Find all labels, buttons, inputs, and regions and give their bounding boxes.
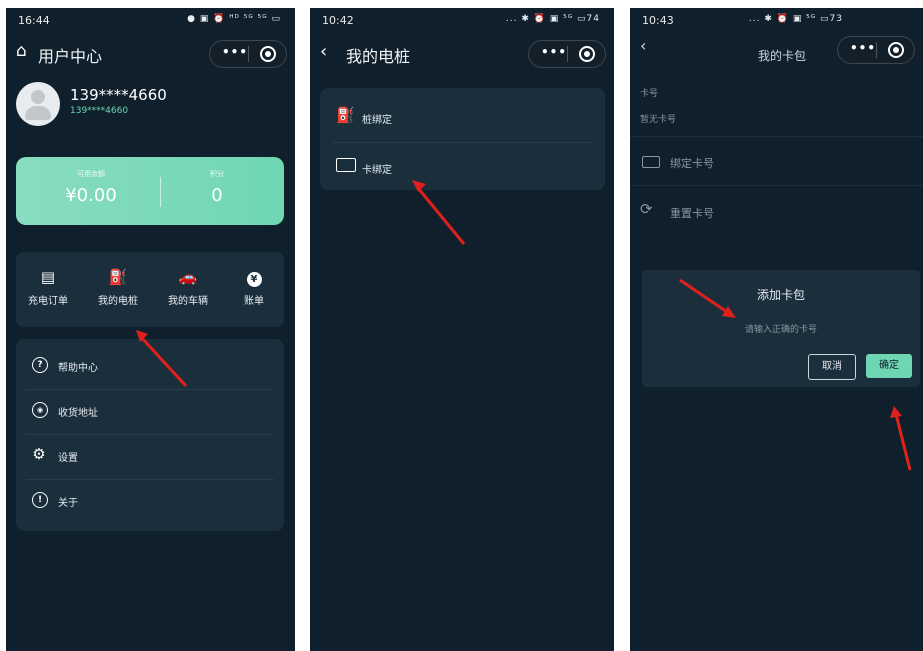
back-icon[interactable]: ‹ (320, 41, 327, 62)
menu-item-label: 绑定卡号 (670, 157, 714, 170)
cancel-button[interactable]: 取消 (808, 354, 856, 380)
status-time: 10:42 (322, 14, 354, 27)
menu-item-label: 卡绑定 (362, 165, 392, 176)
menu-item-pile-binding[interactable]: ⛽ 桩绑定 (332, 92, 593, 143)
balance-label: 可用余额 (77, 170, 105, 178)
balance-card: 可用余额 ¥0.00 积分 0 (16, 157, 284, 225)
points-value: 0 (211, 185, 223, 206)
my-pile-screen: 10:42 ... ✱ ⏰ ▣ ⁵ᴳ ▭74 ‹ 我的电桩 ••• ⛽ 桩绑定 … (310, 8, 614, 651)
menu-item-label: 桩绑定 (362, 115, 392, 126)
gear-icon: ⚙ (32, 445, 46, 463)
quick-item-label: 我的电桩 (98, 296, 138, 307)
menu-item-label: 帮助中心 (58, 363, 98, 374)
charger-icon: ⛽ (108, 268, 128, 286)
avatar[interactable] (16, 82, 60, 126)
confirm-button[interactable]: 确定 (866, 354, 912, 378)
card-icon (336, 158, 356, 172)
card-icon (642, 156, 660, 168)
yen-icon: ¥ (224, 268, 284, 288)
quick-item-label: 我的车辆 (168, 296, 208, 307)
charger-icon: ⛽ (336, 106, 355, 124)
status-icons: ● ▣ ⏰ ᴴᴰ ⁵ᴳ ⁵ᴳ ▭ (187, 14, 281, 24)
title-bar: ‹ 我的电桩 ••• (310, 34, 614, 72)
quick-item-my-pile[interactable]: ⛽ 我的电桩 (88, 268, 148, 307)
help-icon: ? (32, 357, 48, 373)
user-name: 139****4660 (70, 86, 167, 104)
close-target-icon[interactable] (579, 46, 595, 62)
home-icon[interactable]: ⌂ (16, 41, 27, 61)
mini-program-capsule[interactable]: ••• (209, 40, 287, 68)
status-time: 10:43 (642, 14, 674, 27)
mini-program-capsule[interactable]: ••• (837, 36, 915, 64)
location-icon: ◉ (32, 402, 48, 418)
close-target-icon[interactable] (260, 46, 276, 62)
order-icon: ▤ (40, 268, 56, 286)
quick-item-label: 账单 (244, 296, 264, 307)
more-icon[interactable]: ••• (850, 41, 876, 55)
no-card-text: 暂无卡号 (640, 115, 677, 125)
refresh-icon: ⟳ (640, 200, 653, 218)
menu-item-label: 重置卡号 (670, 207, 714, 220)
status-bar: 10:43 ... ✱ ⏰ ▣ ⁵ᴳ ▭73 (630, 8, 923, 34)
status-icons: ... ✱ ⏰ ▣ ⁵ᴳ ▭73 (748, 14, 843, 24)
page-title: 我的电桩 (346, 47, 411, 66)
user-center-screen: 16:44 ● ▣ ⏰ ᴴᴰ ⁵ᴳ ⁵ᴳ ▭ ⌂ 用户中心 ••• 139***… (6, 8, 295, 651)
menu-item-address[interactable]: ◉ 收货地址 (26, 389, 274, 435)
annotation-arrow (136, 330, 188, 388)
menu-item-label: 收货地址 (58, 408, 98, 419)
points-label: 积分 (210, 170, 224, 178)
annotation-arrow (679, 278, 736, 318)
quick-item-my-vehicles[interactable]: 🚗 我的车辆 (158, 268, 218, 307)
close-target-icon[interactable] (888, 42, 904, 58)
my-card-wallet-screen: 10:43 ... ✱ ⏰ ▣ ⁵ᴳ ▭73 ‹ 我的卡包 ••• 卡号 暂无卡… (630, 8, 923, 651)
card-number-label: 卡号 (640, 89, 659, 99)
user-phone: 139****4660 (70, 106, 129, 116)
page-title: 我的卡包 (758, 49, 807, 63)
info-icon: ! (32, 492, 48, 508)
car-icon: 🚗 (178, 268, 198, 286)
menu-item-about[interactable]: ! 关于 (26, 479, 274, 524)
back-icon[interactable]: ‹ (640, 36, 646, 55)
menu-item-settings[interactable]: ⚙ 设置 (26, 434, 274, 480)
menu-item-label: 关于 (58, 498, 78, 509)
menu-item-label: 设置 (58, 453, 78, 464)
menu-item-reset-card[interactable]: ⟳ 重置卡号 (630, 185, 923, 233)
quick-item-charge-orders[interactable]: ▤ 充电订单 (18, 268, 78, 307)
status-bar: 10:42 ... ✱ ⏰ ▣ ⁵ᴳ ▭74 (310, 8, 614, 34)
status-icons: ... ✱ ⏰ ▣ ⁵ᴳ ▭74 (505, 14, 600, 24)
page-title: 用户中心 (38, 47, 103, 66)
more-icon[interactable]: ••• (541, 45, 567, 59)
balance-value: ¥0.00 (65, 185, 117, 206)
annotation-arrow (412, 180, 466, 245)
balance-section[interactable]: 可用余额 ¥0.00 (26, 169, 156, 206)
mini-program-capsule[interactable]: ••• (528, 40, 606, 68)
quick-item-label: 充电订单 (28, 296, 68, 307)
quick-item-bills[interactable]: ¥ 账单 (224, 268, 284, 307)
more-icon[interactable]: ••• (222, 45, 248, 59)
status-bar: 16:44 ● ▣ ⏰ ᴴᴰ ⁵ᴳ ⁵ᴳ ▭ (6, 8, 295, 34)
annotation-arrow (890, 406, 912, 471)
menu-item-bind-card[interactable]: 绑定卡号 (630, 136, 923, 186)
title-bar: ⌂ 用户中心 ••• (6, 34, 295, 72)
status-time: 16:44 (18, 14, 50, 27)
quick-actions: ▤ 充电订单 ⛽ 我的电桩 🚗 我的车辆 ¥ 账单 (16, 252, 284, 327)
title-bar: ‹ 我的卡包 ••• (630, 34, 923, 72)
points-section[interactable]: 积分 0 (152, 169, 282, 206)
